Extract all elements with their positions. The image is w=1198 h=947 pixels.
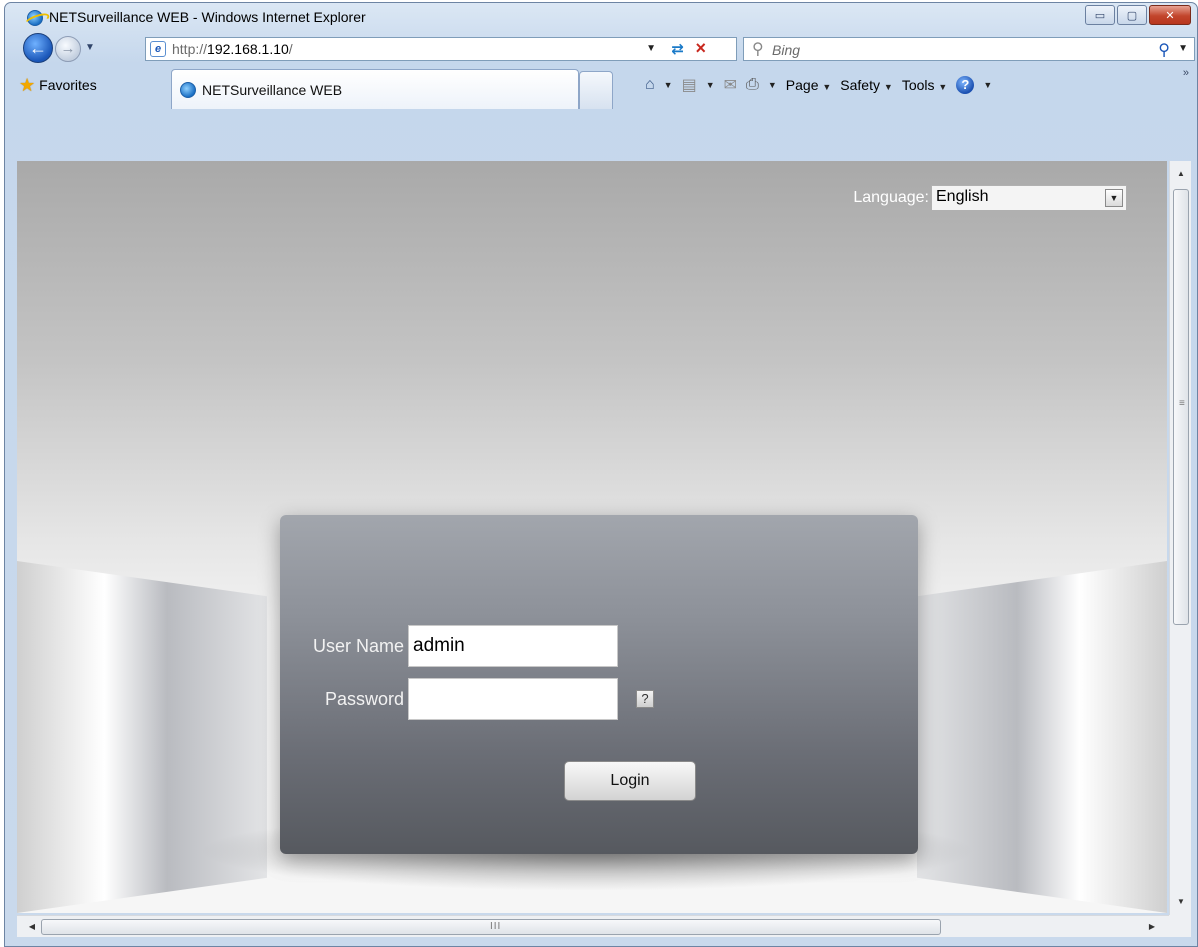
mail-icon[interactable]: ✉ [724, 75, 737, 95]
rss-icon[interactable]: ▤ [682, 75, 697, 95]
password-help-button[interactable]: ? [636, 690, 654, 708]
password-row: Password ? [280, 678, 654, 720]
url-suffix: / [288, 41, 293, 57]
forward-arrow-icon[interactable]: → [55, 36, 81, 62]
back-arrow-icon[interactable]: ← [23, 33, 53, 63]
password-label: Password [324, 688, 404, 709]
safety-menu-label: Safety [840, 77, 880, 93]
search-input[interactable]: ⚲ Bing ⚲ ▼ [743, 37, 1195, 61]
url-prefix: http:// [172, 41, 208, 57]
command-bar: ⌂ ▼ ▤ ▼ ✉ ⎙ ▼ Page ▼ Safety ▼ Tools ▼ ? … [645, 75, 992, 95]
username-row: User Name admin [280, 625, 618, 667]
username-field[interactable]: admin [408, 625, 618, 667]
new-tab-button[interactable] [579, 71, 613, 109]
recent-pages-dropdown[interactable]: ▼ [83, 38, 97, 58]
chevron-down-icon: ▼ [938, 82, 948, 92]
scroll-left-icon[interactable]: ◀ [23, 916, 41, 938]
window-title: NETSurveillance WEB - Windows Internet E… [49, 9, 366, 25]
window-controls: ▭ ▢ ✕ [1085, 5, 1191, 25]
favorites-label: Favorites [39, 77, 97, 93]
print-icon[interactable]: ⎙ [746, 76, 759, 94]
chevron-down-icon: ▼ [822, 82, 832, 92]
stop-icon[interactable]: × [695, 38, 706, 59]
ie-logo-icon [27, 10, 43, 26]
help-dropdown[interactable]: ▼ [983, 80, 992, 90]
login-button[interactable]: Login [564, 761, 696, 801]
search-placeholder: Bing [772, 42, 801, 58]
username-label: User Name [312, 635, 404, 656]
title-bar: NETSurveillance WEB - Windows Internet E… [5, 3, 1197, 31]
print-dropdown[interactable]: ▼ [768, 80, 777, 90]
home-icon[interactable]: ⌂ [645, 76, 655, 94]
maximize-button[interactable]: ▢ [1117, 5, 1147, 25]
page-content: Language: English ▼ User Name admin Pass… [17, 161, 1167, 913]
address-dropdown[interactable]: ▼ [646, 43, 656, 54]
page-menu[interactable]: Page ▼ [786, 77, 832, 93]
search-options-dropdown[interactable]: ▼ [1178, 43, 1188, 54]
chevron-down-icon: ▼ [883, 82, 893, 92]
home-dropdown[interactable]: ▼ [664, 80, 673, 90]
url-host: 192.168.1.10 [207, 41, 289, 57]
star-icon: ★ [19, 75, 36, 95]
tools-menu-label: Tools [901, 77, 935, 93]
scroll-down-icon[interactable]: ▼ [1170, 893, 1192, 911]
tab-title: NETSurveillance WEB [202, 81, 343, 98]
page-menu-label: Page [785, 77, 819, 93]
favorites-button[interactable]: ★ Favorites [19, 75, 97, 95]
chevron-down-icon[interactable]: ▼ [1105, 189, 1123, 207]
favorites-bar: ★ Favorites NETSurveillance WEB ⌂ ▼ ▤ ▼ … [5, 65, 1197, 109]
address-bar[interactable]: e http://192.168.1.10/ ▼ ⇄ × [145, 37, 737, 61]
more-commands-icon[interactable]: » [1183, 67, 1189, 79]
tab-netsurveillance[interactable]: NETSurveillance WEB [171, 69, 579, 109]
vertical-scroll-thumb[interactable]: ≡ [1173, 189, 1189, 625]
favorites-tab-bar: ★ Favorites NETSurveillance WEB ⌂ ▼ ▤ ▼ … [5, 65, 1197, 111]
ie-logo-icon [180, 81, 196, 98]
scroll-grip: III [490, 921, 502, 932]
horizontal-scrollbar[interactable]: ◀ III ▶ [17, 915, 1169, 937]
safety-menu[interactable]: Safety ▼ [840, 77, 893, 93]
scroll-up-icon[interactable]: ▲ [1170, 165, 1192, 183]
scrollbar-corner [1169, 915, 1191, 937]
horizontal-scroll-thumb[interactable]: III [41, 919, 941, 935]
language-value: English [936, 188, 989, 205]
vertical-scrollbar[interactable]: ▲ ≡ ▼ [1169, 161, 1191, 915]
page-icon: e [150, 41, 166, 57]
close-button[interactable]: ✕ [1149, 5, 1191, 25]
address-row: ← → ▼ e http://192.168.1.10/ ▼ ⇄ × ⚲ Bin… [5, 31, 1197, 67]
search-provider-icon: ⚲ [752, 41, 764, 58]
rss-dropdown[interactable]: ▼ [706, 80, 715, 90]
minimize-button[interactable]: ▭ [1085, 5, 1115, 25]
language-label: Language: [853, 189, 929, 206]
login-panel: User Name admin Password ? Login [280, 515, 918, 854]
language-selector: Language: English ▼ [853, 185, 1127, 211]
scroll-grip: ≡ [1179, 398, 1185, 409]
scroll-right-icon[interactable]: ▶ [1143, 916, 1161, 938]
help-icon[interactable]: ? [956, 76, 975, 94]
tools-menu[interactable]: Tools ▼ [902, 77, 948, 93]
password-field[interactable] [408, 678, 618, 720]
search-icon[interactable]: ⚲ [1158, 40, 1170, 60]
language-select[interactable]: English ▼ [931, 185, 1127, 211]
refresh-icon[interactable]: ⇄ [671, 40, 684, 58]
browser-window: NETSurveillance WEB - Windows Internet E… [4, 2, 1198, 947]
